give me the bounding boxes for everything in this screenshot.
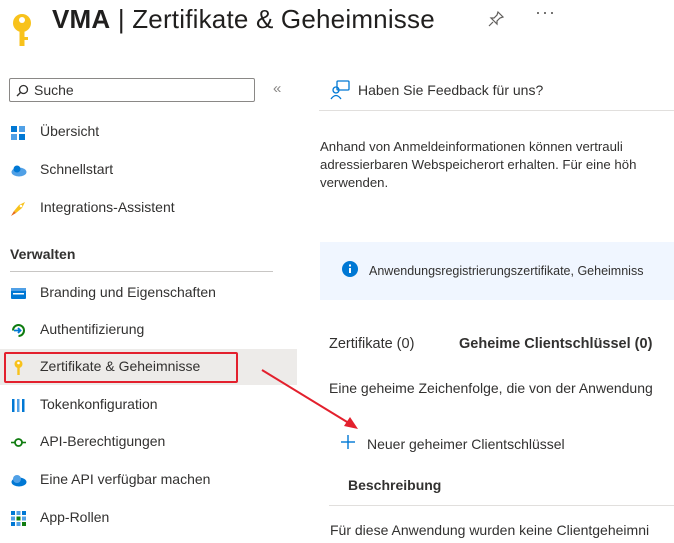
app-roles-grid-icon <box>11 511 26 526</box>
sidebar-item-authentication[interactable]: Authentifizierung <box>0 312 297 348</box>
search-placeholder: Suche <box>34 82 74 98</box>
search-input[interactable]: Suche <box>9 78 255 102</box>
info-text: Anwendungsregistrierungszertifikate, Geh… <box>369 264 644 278</box>
description-line: adressierbaren Webspeicherort erhalten. … <box>320 157 637 172</box>
sidebar-item-label: Integrations-Assistent <box>40 199 175 215</box>
sidebar-item-label: Schnellstart <box>40 161 114 177</box>
collapse-sidebar-button[interactable]: « <box>273 80 281 97</box>
sidebar-item-label: Authentifizierung <box>40 321 145 337</box>
column-header-description[interactable]: Beschreibung <box>348 477 441 493</box>
rocket-icon <box>11 202 25 216</box>
authentication-icon <box>12 324 25 337</box>
sidebar-item-label: Eine API verfügbar machen <box>40 471 211 487</box>
info-icon <box>342 261 358 277</box>
search-icon <box>16 84 29 97</box>
empty-state-text: Für diese Anwendung wurden keine Clientg… <box>330 522 650 538</box>
tab-certificates[interactable]: Zertifikate (0) <box>329 336 414 352</box>
sidebar-item-quickstart[interactable]: Schnellstart <box>0 152 297 188</box>
divider <box>319 110 674 111</box>
api-permissions-icon <box>11 438 26 447</box>
section-header-manage: Verwalten <box>10 246 76 262</box>
sidebar-item-label: App-Rollen <box>40 509 110 525</box>
secrets-description: Eine geheime Zeichenfolge, die von der A… <box>329 380 653 396</box>
info-banner: Anwendungsregistrierungszertifikate, Geh… <box>320 242 674 300</box>
feedback-link[interactable]: Haben Sie Feedback für uns? <box>358 82 543 98</box>
sidebar-item-token-configuration[interactable]: Tokenkonfiguration <box>0 387 297 423</box>
description-line: verwenden. <box>320 175 389 190</box>
more-options-button[interactable]: ··· <box>535 2 556 23</box>
new-client-secret-button[interactable]: Neuer geheimer Clientschlüssel <box>367 436 565 452</box>
sidebar-item-branding[interactable]: Branding und Eigenschaften <box>0 275 297 311</box>
annotation-highlight-box <box>4 352 238 383</box>
description-line: Anhand von Anmeldeinformationen können v… <box>320 139 623 154</box>
sidebar-item-api-permissions[interactable]: API-Berechtigungen <box>0 424 297 460</box>
cloud-api-icon <box>11 475 27 487</box>
sidebar-item-label: Tokenkonfiguration <box>40 396 158 412</box>
sidebar-item-label: Branding und Eigenschaften <box>40 284 216 300</box>
sidebar-item-expose-api[interactable]: Eine API verfügbar machen <box>0 462 297 498</box>
overview-grid-icon <box>11 126 25 140</box>
tab-client-secrets[interactable]: Geheime Clientschlüssel (0) <box>459 336 652 352</box>
sidebar-item-overview[interactable]: Übersicht <box>0 114 297 150</box>
page-description: Anhand von Anmeldeinformationen können v… <box>320 138 674 192</box>
token-bars-icon <box>12 399 25 412</box>
sidebar-item-label: Übersicht <box>40 123 100 139</box>
section-divider <box>10 271 273 272</box>
key-icon <box>13 14 31 46</box>
pin-icon[interactable] <box>487 10 505 28</box>
sidebar-item-app-roles[interactable]: App-Rollen <box>0 500 297 536</box>
plus-icon[interactable] <box>340 434 356 450</box>
sidebar-item-integration-assistant[interactable]: Integrations-Assistent <box>0 190 297 226</box>
page-title: VMA | Zertifikate & Geheimnisse <box>52 4 435 34</box>
sidebar-item-label: API-Berechtigungen <box>40 433 166 449</box>
branding-icon <box>11 288 26 299</box>
cloud-quickstart-icon <box>11 165 27 177</box>
table-header-divider <box>329 505 674 506</box>
feedback-icon[interactable] <box>330 80 350 100</box>
